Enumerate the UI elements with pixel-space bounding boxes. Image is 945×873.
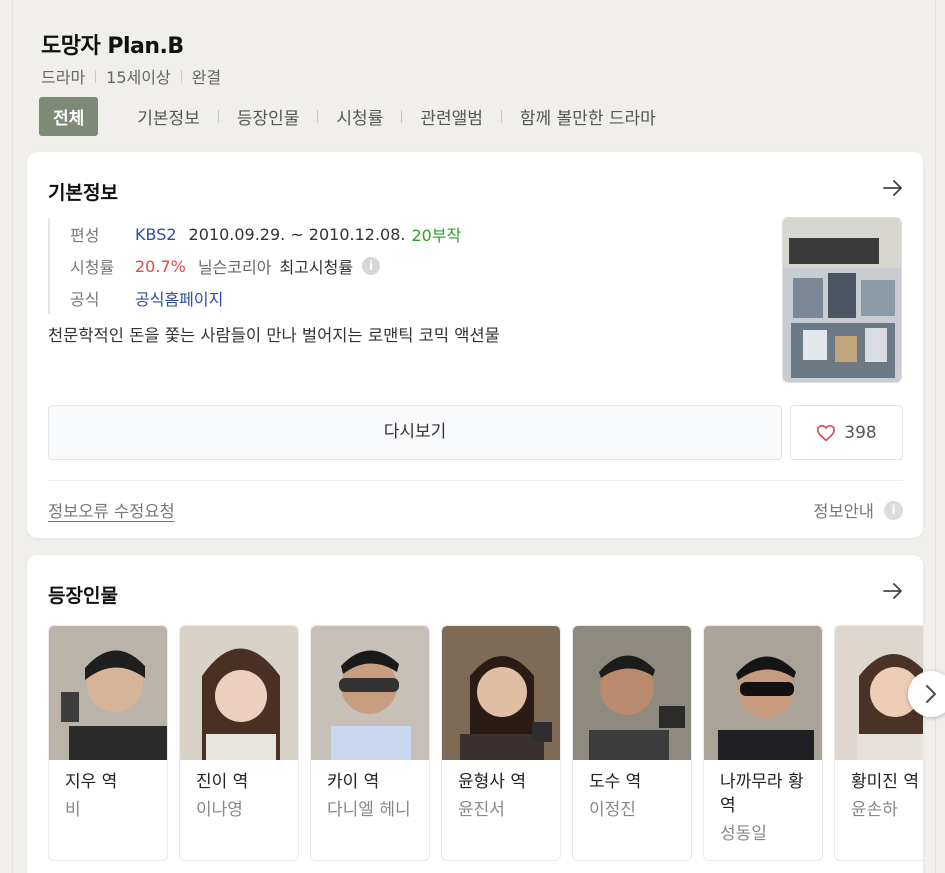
page-title: 도망자 Plan.B [41,34,184,59]
cast-list: 지우 역 비 진이 역 이나영 카이 역 다니엘 헤니 윤형사 역 윤진서 도수… [48,625,923,861]
cast-photo [49,626,167,760]
info-key: 편성 [70,226,100,245]
cast-role: 윤형사 역 [458,772,526,792]
basic-info-card: 기본정보 편성 KBS2 2010.09.29. ~ 2010.12.08. 2… [27,152,923,538]
tab-albums[interactable]: 관련앨범 [420,97,483,136]
tab-recommended[interactable]: 함께 볼만한 드라마 [520,97,656,136]
tab-bar: 전체 기본정보 등장인물 시청률 관련앨범 함께 볼만한 드라마 [39,97,656,136]
tab-divider [500,110,502,123]
cast-actor: 비 [65,800,81,820]
rating-source: 닐슨코리아 [197,258,272,277]
tab-divider [217,110,219,123]
cast-item[interactable]: 나까무라 황 역 성동일 [703,625,823,861]
tab-basic-info[interactable]: 기본정보 [137,97,200,136]
poster-image[interactable] [782,217,902,383]
info-icon: i [884,500,903,520]
meta-divider [95,69,97,83]
rewatch-button[interactable]: 다시보기 [48,405,782,460]
cast-photo [442,626,560,760]
tab-ratings[interactable]: 시청률 [336,97,383,136]
meta-line: 드라마 15세이상 완결 [41,64,221,88]
arrow-right-icon[interactable] [882,581,904,601]
meta-age-rating: 15세이상 [106,68,171,87]
info-row-official: 공식 공식홈페이지 [70,282,461,314]
tab-divider [401,110,403,123]
info-list: 편성 KBS2 2010.09.29. ~ 2010.12.08. 20부작 시… [48,218,461,314]
info-guide-label: 정보안내 [813,502,874,521]
drama-panel: 도망자 Plan.B 드라마 15세이상 완결 전체 기본정보 등장인물 시청률… [12,0,936,873]
cast-role: 나까무라 황 역 [720,772,804,816]
cast-item[interactable]: 지우 역 비 [48,625,168,861]
info-icon[interactable]: i [362,257,381,275]
heart-icon [817,424,836,441]
meta-genre: 드라마 [41,68,86,87]
cast-actor: 다니엘 헤니 [327,800,411,820]
tab-cast[interactable]: 등장인물 [237,97,300,136]
air-dates: 2010.09.29. ~ 2010.12.08. [188,224,406,244]
like-button[interactable]: 398 [790,405,903,460]
basic-info-heading: 기본정보 [48,182,118,204]
divider [48,480,903,481]
meta-status: 완결 [191,68,222,87]
cast-heading: 등장인물 [48,585,118,607]
info-row-broadcast: 편성 KBS2 2010.09.29. ~ 2010.12.08. 20부작 [70,218,461,250]
info-key: 공식 [70,290,100,309]
chevron-right-icon [925,684,937,704]
tab-all[interactable]: 전체 [39,97,99,136]
rating-label: 최고시청률 [279,258,354,277]
cast-actor: 성동일 [720,824,767,844]
arrow-right-icon[interactable] [882,178,904,198]
cast-role: 진이 역 [196,772,249,792]
cast-card: 등장인물 지우 역 비 진이 역 이나영 카이 역 다니엘 헤니 윤형사 역 윤… [27,555,923,873]
tab-divider [317,110,319,123]
info-key: 시청률 [70,258,115,277]
cast-actor: 이나영 [196,800,243,820]
cast-item[interactable]: 황미진 역 윤손하 [834,625,923,861]
rating-value: 20.7% [135,256,186,276]
cast-actor: 윤진서 [458,800,505,820]
episode-count: 20부작 [411,226,462,245]
cast-photo [311,626,429,760]
report-error-link[interactable]: 정보오류 수정요청 [48,498,175,522]
cast-photo [573,626,691,760]
like-count: 398 [844,422,877,443]
info-guide-link[interactable]: 정보안내 i [813,498,903,522]
cast-role: 황미진 역 [851,772,919,792]
cast-role: 카이 역 [327,772,380,792]
cast-role: 지우 역 [65,772,118,792]
cast-photo [180,626,298,760]
cast-actor: 이정진 [589,800,636,820]
cast-role: 도수 역 [589,772,642,792]
cast-photo [704,626,822,760]
cast-item[interactable]: 카이 역 다니엘 헤니 [310,625,430,861]
meta-divider [180,69,182,83]
info-row-rating: 시청률 20.7% 닐슨코리아 최고시청률 i [70,250,461,282]
cast-item[interactable]: 윤형사 역 윤진서 [441,625,561,861]
cast-item[interactable]: 도수 역 이정진 [572,625,692,861]
official-site-link[interactable]: 공식홈페이지 [135,286,223,310]
channel-link[interactable]: KBS2 [135,225,177,244]
synopsis: 천문학적인 돈을 쫓는 사람들이 만나 벌어지는 로맨틱 코믹 액션물 [48,326,500,345]
cast-item[interactable]: 진이 역 이나영 [179,625,299,861]
cast-actor: 윤손하 [851,800,898,820]
